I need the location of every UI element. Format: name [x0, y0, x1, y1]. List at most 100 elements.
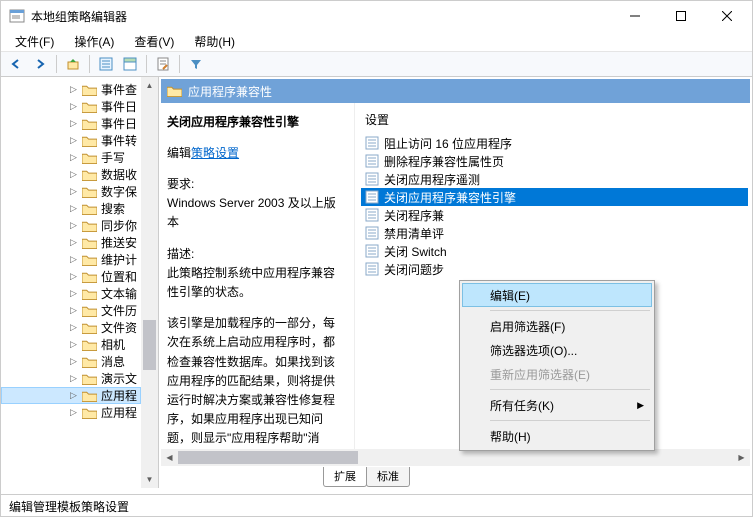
menu-action[interactable]: 操作(A): [66, 31, 122, 52]
tree-item[interactable]: ▷事件查: [1, 81, 141, 98]
folder-icon: [82, 288, 97, 300]
tree-item[interactable]: ▷消息: [1, 353, 141, 370]
menu-view[interactable]: 查看(V): [126, 31, 182, 52]
folder-icon: [167, 85, 182, 97]
menu-file[interactable]: 文件(F): [7, 31, 62, 52]
tree-item[interactable]: ▷文本输: [1, 285, 141, 302]
tree-item[interactable]: ▷ 推送安: [1, 234, 141, 251]
scroll-left-icon[interactable]: ◀: [161, 453, 178, 462]
tree-item[interactable]: ▷同步你: [1, 217, 141, 234]
edit-link[interactable]: 策略设置: [191, 146, 239, 160]
folder-icon: [82, 254, 97, 266]
expand-icon[interactable]: ▷: [69, 153, 78, 162]
setting-row[interactable]: 关闭程序兼: [361, 206, 748, 224]
filter-button[interactable]: [185, 53, 207, 75]
tree-item[interactable]: ▷维护计: [1, 251, 141, 268]
toolbar: [1, 51, 752, 77]
tree-item[interactable]: ▷应用程: [1, 404, 141, 421]
tree-item[interactable]: ▷文件资: [1, 319, 141, 336]
expand-icon[interactable]: ▷: [69, 187, 78, 196]
ctx-all-tasks[interactable]: 所有任务(K)▶: [462, 393, 652, 417]
tree-item[interactable]: ▷ 文件历: [1, 302, 141, 319]
expand-icon[interactable]: ▷: [69, 238, 78, 247]
expand-icon[interactable]: ▷: [69, 357, 78, 366]
expand-icon[interactable]: ▷: [69, 340, 78, 349]
tree-item[interactable]: ▷手写: [1, 149, 141, 166]
tree-item-label: 推送安: [101, 234, 137, 251]
expand-icon[interactable]: ▷: [69, 272, 78, 281]
expand-icon[interactable]: ▷: [69, 323, 78, 332]
setting-row[interactable]: 关闭应用程序遥测: [361, 170, 748, 188]
expand-icon[interactable]: ▷: [69, 306, 78, 315]
tree-item[interactable]: ▷事件日: [1, 98, 141, 115]
setting-row[interactable]: 关闭 Switch: [361, 242, 748, 260]
expand-icon[interactable]: ▷: [69, 408, 78, 417]
expand-icon[interactable]: ▷: [69, 391, 78, 400]
list-view-button[interactable]: [95, 53, 117, 75]
ctx-filter-options[interactable]: 筛选器选项(O)...: [462, 338, 652, 362]
expand-icon[interactable]: ▷: [69, 221, 78, 230]
minimize-button[interactable]: [612, 1, 658, 31]
menu-help[interactable]: 帮助(H): [186, 31, 243, 52]
setting-label: 关闭应用程序遥测: [384, 171, 480, 188]
tree-item[interactable]: ▷相机: [1, 336, 141, 353]
up-button[interactable]: [62, 53, 84, 75]
tree[interactable]: ▷事件查▷事件日▷事件日▷事件转▷手写▷数据收▷数字保▷搜索▷同步你▷推送安▷维…: [1, 77, 141, 488]
scroll-down-icon[interactable]: ▼: [141, 471, 158, 488]
folder-icon: [82, 84, 97, 96]
ctx-help[interactable]: 帮助(H): [462, 424, 652, 448]
settings-list[interactable]: 阻止访问 16 位应用程序删除程序兼容性属性页关闭应用程序遥测关闭应用程序兼容性…: [361, 134, 748, 278]
column-header-setting[interactable]: 设置: [361, 109, 748, 130]
setting-label: 阻止访问 16 位应用程序: [384, 135, 512, 152]
expand-icon[interactable]: ▷: [69, 102, 78, 111]
scroll-right-icon[interactable]: ▶: [733, 453, 750, 462]
setting-row[interactable]: 删除程序兼容性属性页: [361, 152, 748, 170]
expand-icon[interactable]: ▷: [69, 170, 78, 179]
desc-p2: 该引擎是加载程序的一部分，每次在系统上启动应用程序时，都检查兼容性数据库。如果找…: [167, 314, 342, 449]
expand-icon[interactable]: ▷: [69, 119, 78, 128]
folder-icon: [82, 237, 97, 249]
expand-icon[interactable]: ▷: [69, 204, 78, 213]
tree-item[interactable]: ▷演示文: [1, 370, 141, 387]
ctx-sep: [490, 310, 650, 311]
tree-item[interactable]: ▷应用程: [1, 387, 141, 404]
main-body: 关闭应用程序兼容性引擎 编辑策略设置 要求:Windows Server 200…: [159, 103, 752, 449]
scroll-up-icon[interactable]: ▲: [141, 77, 158, 94]
tree-item[interactable]: ▷ 数据收: [1, 166, 141, 183]
tree-item-label: 数据收: [101, 166, 137, 183]
forward-button[interactable]: [29, 53, 51, 75]
ctx-enable-filter[interactable]: 启用筛选器(F): [462, 314, 652, 338]
tree-item[interactable]: ▷事件日: [1, 115, 141, 132]
folder-icon: [82, 203, 97, 215]
ctx-edit[interactable]: 编辑(E): [462, 283, 652, 307]
back-button[interactable]: [5, 53, 27, 75]
expand-icon[interactable]: ▷: [69, 255, 78, 264]
maximize-button[interactable]: [658, 1, 704, 31]
setting-row[interactable]: 阻止访问 16 位应用程序: [361, 134, 748, 152]
setting-row[interactable]: 关闭问题步: [361, 260, 748, 278]
close-button[interactable]: [704, 1, 750, 31]
main: 应用程序兼容性 关闭应用程序兼容性引擎 编辑策略设置 要求:Windows Se…: [159, 77, 752, 488]
sidebar-scrollbar[interactable]: ▲ ▼: [141, 77, 158, 488]
setting-icon: [365, 208, 379, 222]
expand-icon[interactable]: ▷: [69, 85, 78, 94]
setting-row[interactable]: 禁用清单评: [361, 224, 748, 242]
expand-icon[interactable]: ▷: [69, 136, 78, 145]
scroll-thumb[interactable]: [178, 451, 358, 464]
tree-item-label: 文件历: [101, 302, 137, 319]
tree-item[interactable]: ▷搜索: [1, 200, 141, 217]
expand-icon[interactable]: ▷: [69, 374, 78, 383]
tree-item[interactable]: ▷数字保: [1, 183, 141, 200]
tab-standard[interactable]: 标准: [366, 467, 410, 487]
properties-button[interactable]: [152, 53, 174, 75]
setting-row[interactable]: 关闭应用程序兼容性引擎: [361, 188, 748, 206]
tree-item[interactable]: ▷事件转: [1, 132, 141, 149]
scroll-thumb[interactable]: [143, 320, 156, 370]
tab-extended[interactable]: 扩展: [323, 467, 367, 487]
detail-view-button[interactable]: [119, 53, 141, 75]
main-horizontal-scrollbar[interactable]: ◀ ▶: [161, 449, 750, 466]
expand-icon[interactable]: ▷: [69, 289, 78, 298]
setting-icon: [365, 136, 379, 150]
tree-item[interactable]: ▷位置和: [1, 268, 141, 285]
folder-icon: [82, 356, 97, 368]
